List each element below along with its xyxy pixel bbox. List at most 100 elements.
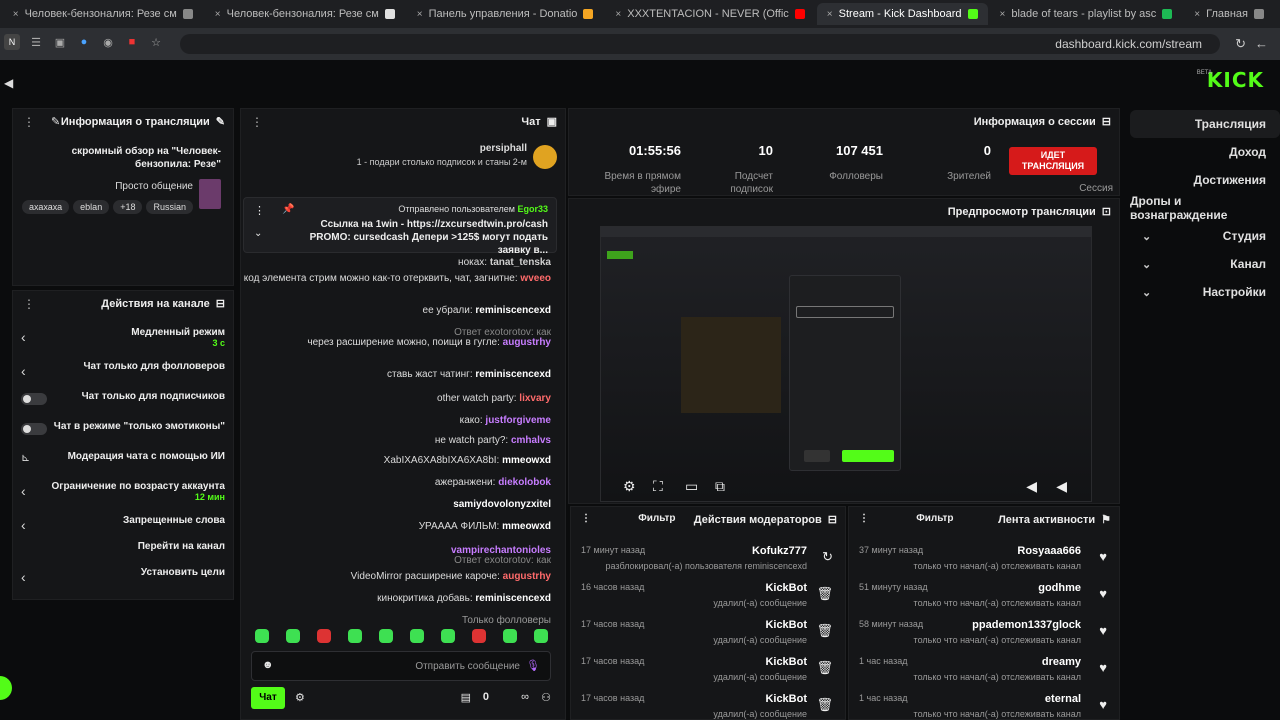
stream-tag[interactable]: Russian — [146, 200, 193, 214]
channel-action[interactable]: Чат только для фолловеров — [83, 361, 225, 372]
channel-action[interactable]: Чат только для подписчиков — [82, 391, 225, 402]
volume-icon[interactable]: ◀ — [1026, 478, 1037, 495]
browser-tab[interactable]: × Главная — [1184, 3, 1274, 25]
chat-username[interactable]: diekolobok — [498, 477, 551, 488]
collapse-sidebar-icon[interactable]: ◀ — [4, 76, 13, 90]
wallet-icon[interactable]: ▤ — [461, 691, 471, 704]
kick-logo[interactable]: KICK — [1207, 68, 1264, 92]
pin-icon[interactable]: 📌 — [282, 204, 294, 215]
mod-filter-button[interactable]: ⋮ Фильтр — [581, 513, 676, 524]
channel-action[interactable]: Модерация чата с помощью ИИ — [68, 451, 225, 462]
sidebar-item[interactable]: ⌄ Настройки — [1130, 278, 1280, 306]
activity-filter-button[interactable]: ⋮ Фильтр — [859, 513, 954, 524]
chat-username[interactable]: lixvary — [519, 393, 551, 404]
activity-username[interactable]: dreamy — [1042, 656, 1081, 668]
activity-username[interactable]: ppademon1337glock — [972, 619, 1081, 631]
emote-icon[interactable] — [348, 629, 362, 643]
chevron-left-icon[interactable]: ‹ — [21, 569, 26, 585]
trash-icon[interactable]: 🗑 — [816, 623, 833, 639]
ai-moderation-icon[interactable]: ⊾ — [21, 451, 30, 464]
sidebar-item[interactable]: Доход — [1130, 138, 1280, 166]
chat-username[interactable]: reminiscencexd — [475, 593, 551, 604]
chat-username[interactable]: reminiscencexd — [475, 369, 551, 380]
link-icon[interactable]: ∞ — [521, 691, 529, 703]
emote-icon[interactable] — [534, 629, 548, 643]
emote-icon[interactable] — [441, 629, 455, 643]
trash-icon[interactable]: 🗑 — [816, 697, 833, 713]
emote-icon[interactable] — [503, 629, 517, 643]
sidebar-item[interactable]: ⌄ Канал — [1130, 250, 1280, 278]
browser-tab[interactable]: × blade of tears - playlist by asc — [990, 3, 1183, 25]
activity-username[interactable]: eternal — [1045, 693, 1081, 705]
new-tab-icon[interactable]: + — [0, 3, 1, 25]
chat-username[interactable]: tanat_tenska — [490, 257, 551, 268]
sidebar-item[interactable]: Трансляция — [1130, 110, 1280, 138]
emote-icon[interactable] — [286, 629, 300, 643]
mod-action-username[interactable]: KickBot — [765, 693, 807, 705]
emoji-icon[interactable]: ☻ — [262, 659, 274, 671]
users-icon[interactable]: ⚇ — [541, 691, 551, 704]
emote-icon[interactable] — [317, 629, 331, 643]
reload-icon[interactable]: ↻ — [1235, 36, 1246, 52]
chat-username[interactable]: cmhalvs — [511, 435, 551, 446]
chat-menu-icon[interactable]: ⋮ — [251, 115, 263, 129]
settings-gear-icon[interactable]: ⚙ — [623, 478, 636, 495]
menu-icon[interactable]: ☰ — [28, 34, 44, 50]
mod-action-username[interactable]: KickBot — [765, 619, 807, 631]
extension-grey-icon[interactable]: ◉ — [100, 34, 116, 50]
chat-username[interactable]: augustrhy — [503, 571, 551, 582]
chat-username[interactable]: wveeo — [520, 273, 551, 284]
adblock-icon[interactable]: ■ — [124, 34, 140, 50]
mod-action-username[interactable]: Kofukz777 — [752, 545, 807, 557]
stream-info-menu-icon[interactable]: ⋮ — [23, 115, 35, 129]
chat-username[interactable]: justforgiveme — [485, 415, 551, 426]
extension-blue-icon[interactable]: ● — [76, 34, 92, 50]
channel-action[interactable]: Медленный режим 3 с — [131, 327, 225, 348]
chat-username[interactable]: augustrhy — [503, 337, 551, 348]
channel-action[interactable]: Чат в режиме "только эмотиконы" — [54, 421, 225, 432]
chat-username[interactable]: samiydovolonyzxitel — [453, 499, 551, 510]
chevron-left-icon[interactable]: ‹ — [21, 329, 26, 345]
mod-action-username[interactable]: KickBot — [765, 582, 807, 594]
toggle-switch[interactable] — [21, 393, 47, 405]
chat-settings-icon[interactable]: ⚙ — [295, 691, 305, 704]
chevron-left-icon[interactable]: ‹ — [21, 483, 26, 499]
pinned-expand-icon[interactable]: ⌄ — [254, 228, 262, 239]
tab-close-icon[interactable]: × — [215, 9, 221, 20]
chat-username[interactable]: mmeowxd — [502, 455, 551, 466]
activity-username[interactable]: godhme — [1038, 582, 1081, 594]
toggle-switch[interactable] — [21, 423, 47, 435]
sidebar-item[interactable]: ⌄ Студия — [1130, 222, 1280, 250]
pip-icon[interactable]: ⧉ — [715, 478, 725, 495]
stream-tag[interactable]: 18+ — [113, 200, 143, 214]
play-icon[interactable]: ◀ — [1056, 478, 1067, 495]
channel-action[interactable]: Запрещенные слова — [123, 515, 225, 526]
browser-tab[interactable]: × Человек-бензоналия: Резе см — [205, 3, 405, 25]
tab-close-icon[interactable]: × — [1000, 9, 1006, 20]
browser-tab[interactable]: × XXXTENTACION - NEVER (Offic — [605, 3, 814, 25]
emote-icon[interactable] — [410, 629, 424, 643]
chevron-left-icon[interactable]: ‹ — [21, 363, 26, 379]
url-field[interactable]: dashboard.kick.com/stream — [180, 34, 1220, 54]
channel-action[interactable]: Ограничение по возрасту аккаунта 12 мин — [52, 481, 226, 502]
chevron-left-icon[interactable]: ‹ — [21, 517, 26, 533]
emote-icon[interactable] — [255, 629, 269, 643]
channel-action[interactable]: Установить цели — [141, 567, 225, 578]
profile-icon[interactable]: N — [4, 34, 20, 50]
back-icon[interactable]: ← — [1255, 36, 1268, 51]
edit-icon[interactable]: ✎ — [216, 115, 225, 128]
chat-input[interactable]: ☻ 🎙 Отправить сообщение — [251, 651, 551, 681]
emote-icon[interactable] — [379, 629, 393, 643]
activity-username[interactable]: Rosyaaa666 — [1017, 545, 1081, 557]
browser-tab[interactable]: × Stream - Kick Dashboard — [816, 3, 988, 25]
sidebar-item[interactable]: Дропы и вознаграждение — [1130, 194, 1280, 222]
sidebar-item[interactable]: Достижения — [1130, 166, 1280, 194]
mic-icon[interactable]: 🎙 — [526, 659, 540, 672]
chat-username[interactable]: reminiscencexd — [475, 305, 551, 316]
extensions-icon[interactable]: ▣ — [52, 34, 68, 50]
chat-username[interactable]: mmeowxd — [502, 521, 551, 532]
tab-close-icon[interactable]: × — [827, 9, 833, 20]
trash-icon[interactable]: 🗑 — [816, 660, 833, 676]
undo-icon[interactable]: ↻ — [822, 549, 833, 565]
tab-close-icon[interactable]: × — [417, 9, 423, 20]
